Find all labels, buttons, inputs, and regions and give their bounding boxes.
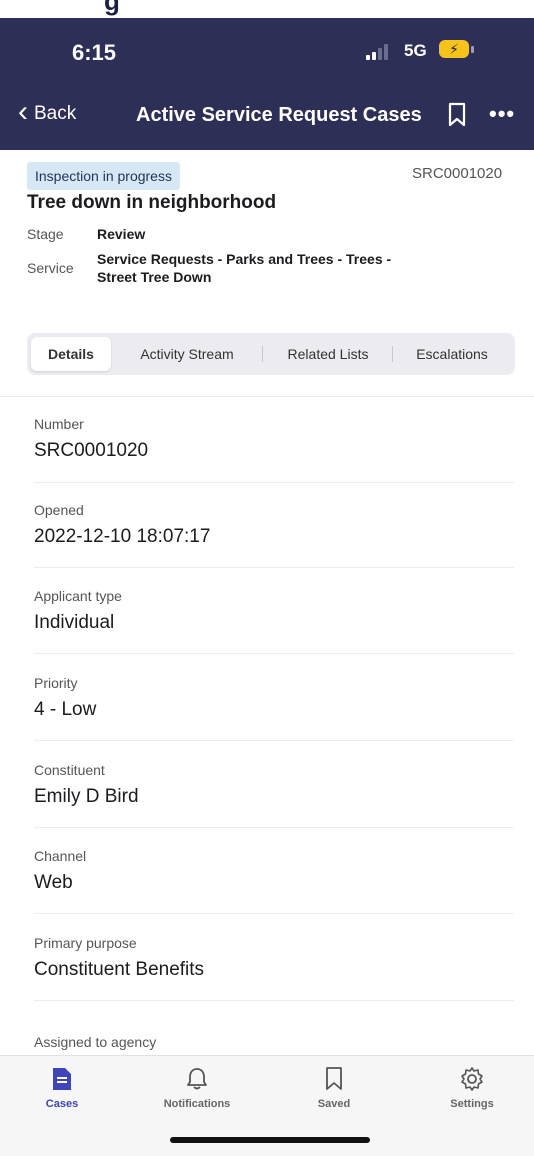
field-value: Emily D Bird (34, 786, 139, 807)
stage-label: Stage (27, 226, 64, 242)
field-divider (34, 567, 514, 568)
bell-icon (187, 1068, 207, 1090)
battery-icon: ⚡ (439, 40, 469, 58)
tab-bar-notifications[interactable]: Notifications (147, 1066, 247, 1110)
tab-bar-label: Notifications (163, 1098, 231, 1110)
bookmark-icon (326, 1067, 342, 1090)
field-channel: Channel Web (34, 848, 514, 894)
navigation-bar: ‹ Back Active Service Request Cases ••• (0, 86, 534, 150)
tab-bar-settings[interactable]: Settings (422, 1066, 522, 1110)
tab-escalations[interactable]: Escalations (393, 337, 511, 371)
tab-label: Related Lists (287, 346, 369, 362)
field-divider (34, 913, 514, 914)
home-indicator (170, 1137, 370, 1143)
field-value: 4 - Low (34, 699, 97, 720)
top-clipped-header: g (0, 0, 534, 18)
field-applicant-type: Applicant type Individual (34, 588, 514, 634)
battery-cap (471, 46, 474, 53)
tab-details[interactable]: Details (31, 337, 111, 371)
stage-value: Review (97, 226, 146, 242)
detail-tabs: Details Activity Stream Related Lists Es… (27, 333, 515, 375)
tab-label: Details (48, 346, 94, 362)
field-label: Channel (34, 848, 87, 864)
field-value: SRC0001020 (34, 440, 149, 461)
field-divider (34, 827, 514, 828)
tab-bar-label: Cases (45, 1098, 79, 1110)
field-value: Constituent Benefits (34, 959, 205, 980)
status-time: 6:15 (72, 40, 117, 65)
case-title: Tree down in neighborhood (27, 192, 277, 213)
field-value: Individual (34, 612, 115, 633)
back-label: Back (34, 103, 77, 124)
service-value-line1: Service Requests - Parks and Trees - Tre… (97, 251, 392, 267)
tab-label: Activity Stream (140, 346, 234, 362)
field-label: Assigned to agency (34, 1034, 157, 1050)
tab-related-lists[interactable]: Related Lists (263, 337, 393, 371)
clipped-heading-fragment: g (104, 0, 120, 16)
status-badge: Inspection in progress (27, 162, 180, 190)
tab-bar-label: Settings (450, 1098, 494, 1110)
field-label: Applicant type (34, 588, 122, 604)
tab-bar-label: Saved (317, 1098, 351, 1110)
field-divider (34, 482, 514, 483)
service-label: Service (27, 260, 74, 276)
field-opened: Opened 2022-12-10 18:07:17 (34, 502, 514, 548)
field-constituent: Constituent Emily D Bird (34, 762, 514, 808)
field-assigned-agency: Assigned to agency (34, 1034, 514, 1050)
field-priority: Priority 4 - Low (34, 675, 514, 721)
field-divider (34, 653, 514, 654)
more-options-button[interactable]: ••• (489, 101, 515, 127)
field-divider (34, 740, 514, 741)
field-label: Number (34, 416, 84, 432)
gear-icon (461, 1067, 483, 1091)
network-label: 5G (404, 41, 427, 60)
field-primary-purpose: Primary purpose Constituent Benefits (34, 935, 514, 981)
field-number: Number SRC0001020 (34, 416, 514, 462)
service-value-line2: Street Tree Down (97, 269, 212, 285)
field-label: Primary purpose (34, 935, 137, 951)
field-divider (34, 1000, 514, 1001)
status-bar: 6:15 5G ⚡ (0, 18, 534, 86)
back-button[interactable]: ‹ Back (18, 95, 77, 128)
tab-label: Escalations (416, 346, 488, 362)
tab-activity-stream[interactable]: Activity Stream (111, 337, 263, 371)
bookmark-icon[interactable] (447, 102, 467, 128)
signal-icon (366, 42, 388, 60)
tab-bar-cases[interactable]: Cases (12, 1066, 112, 1110)
field-value: 2022-12-10 18:07:17 (34, 526, 211, 547)
document-icon (53, 1068, 71, 1090)
section-divider (0, 396, 534, 397)
tab-bar-saved[interactable]: Saved (284, 1066, 384, 1110)
chevron-left-icon: ‹ (18, 95, 28, 128)
field-label: Opened (34, 502, 84, 518)
page-title: Active Service Request Cases (136, 104, 422, 126)
field-label: Priority (34, 675, 78, 691)
field-label: Constituent (34, 762, 105, 778)
case-number: SRC0001020 (412, 165, 503, 182)
field-value: Web (34, 872, 73, 893)
